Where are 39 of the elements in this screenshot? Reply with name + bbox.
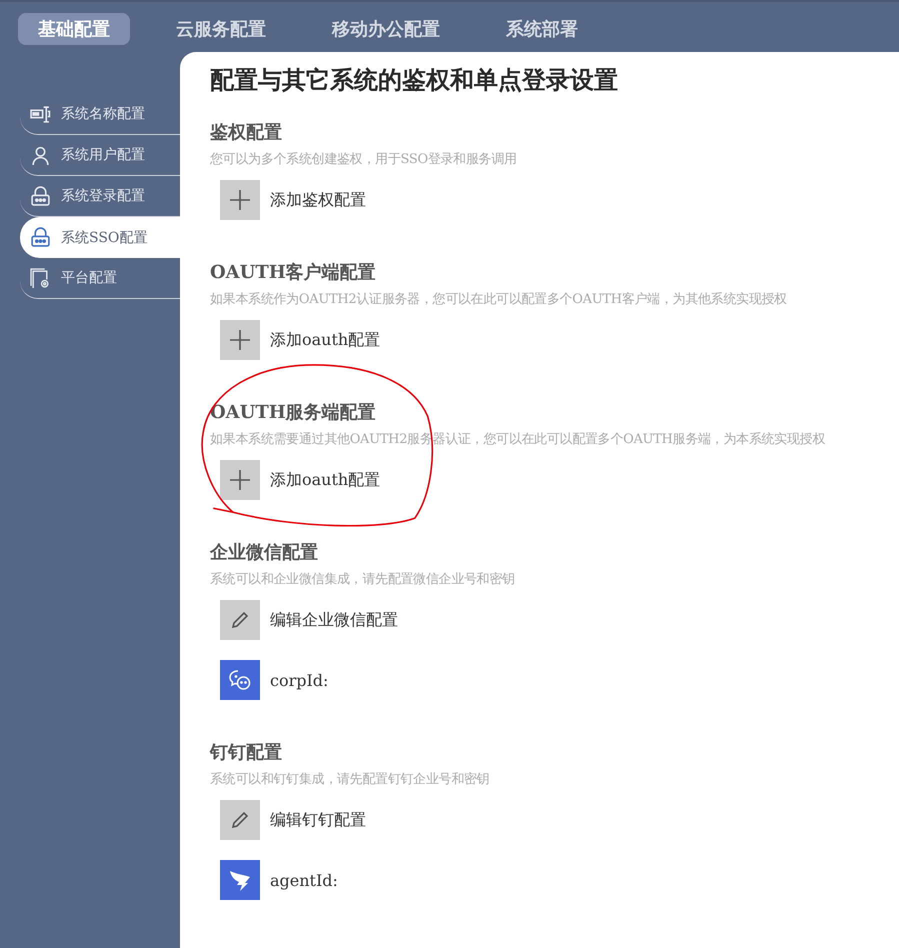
add-button[interactable] [220,320,260,360]
section-description: 您可以为多个系统创建鉴权，用于SSO登录和服务调用 [210,151,518,168]
user-icon [30,144,51,166]
field-label: agentId: [270,870,338,890]
action-link[interactable]: 添加鉴权配置 [270,190,366,210]
wing-icon [220,860,260,900]
action-link[interactable]: 编辑钉钉配置 [270,810,366,830]
field-label: corpId: [270,670,328,690]
page-title: 配置与其它系统的鉴权和单点登录设置 [210,64,619,96]
plus-icon [230,190,250,210]
chat-bubbles-icon [220,660,260,700]
add-button[interactable] [220,460,260,500]
windows-gear-icon [30,268,51,288]
action-link[interactable]: 添加oauth配置 [270,470,380,490]
section-description: 系统可以和钉钉集成，请先配置钉钉企业号和密钥 [210,771,490,788]
section-heading: 钉钉配置 [210,741,283,765]
section-description: 如果本系统作为OAUTH2认证服务器，您可以在此可以配置多个OAUTH客户端，为其他系统实现授权 [210,291,788,308]
pencil-icon [230,610,250,630]
action-link[interactable]: 添加oauth配置 [270,330,380,350]
section-heading: OAUTH服务端配置 [210,401,377,425]
section-heading: OAUTH客户端配置 [210,261,377,285]
nav-tab[interactable]: 基础配置 [18,13,130,45]
section-heading: 企业微信配置 [210,541,319,565]
nav-tab[interactable]: 移动办公配置 [312,13,460,45]
pencil-icon [230,810,250,830]
lock-icon [30,227,51,248]
nav-tab[interactable]: 系统部署 [486,13,598,45]
section-description: 系统可以和企业微信集成，请先配置微信企业号和密钥 [210,571,516,588]
name-tag-icon [30,104,51,124]
action-link[interactable]: 编辑企业微信配置 [270,610,398,630]
nav-tab[interactable]: 云服务配置 [156,13,286,45]
section-heading: 鉴权配置 [210,121,283,145]
add-button[interactable] [220,180,260,220]
sidebar-item[interactable]: 系统SSO配置 [20,217,180,258]
plus-icon [230,470,250,490]
edit-button[interactable] [220,800,260,840]
edit-button[interactable] [220,600,260,640]
plus-icon [230,330,250,350]
lock-icon [30,186,51,206]
